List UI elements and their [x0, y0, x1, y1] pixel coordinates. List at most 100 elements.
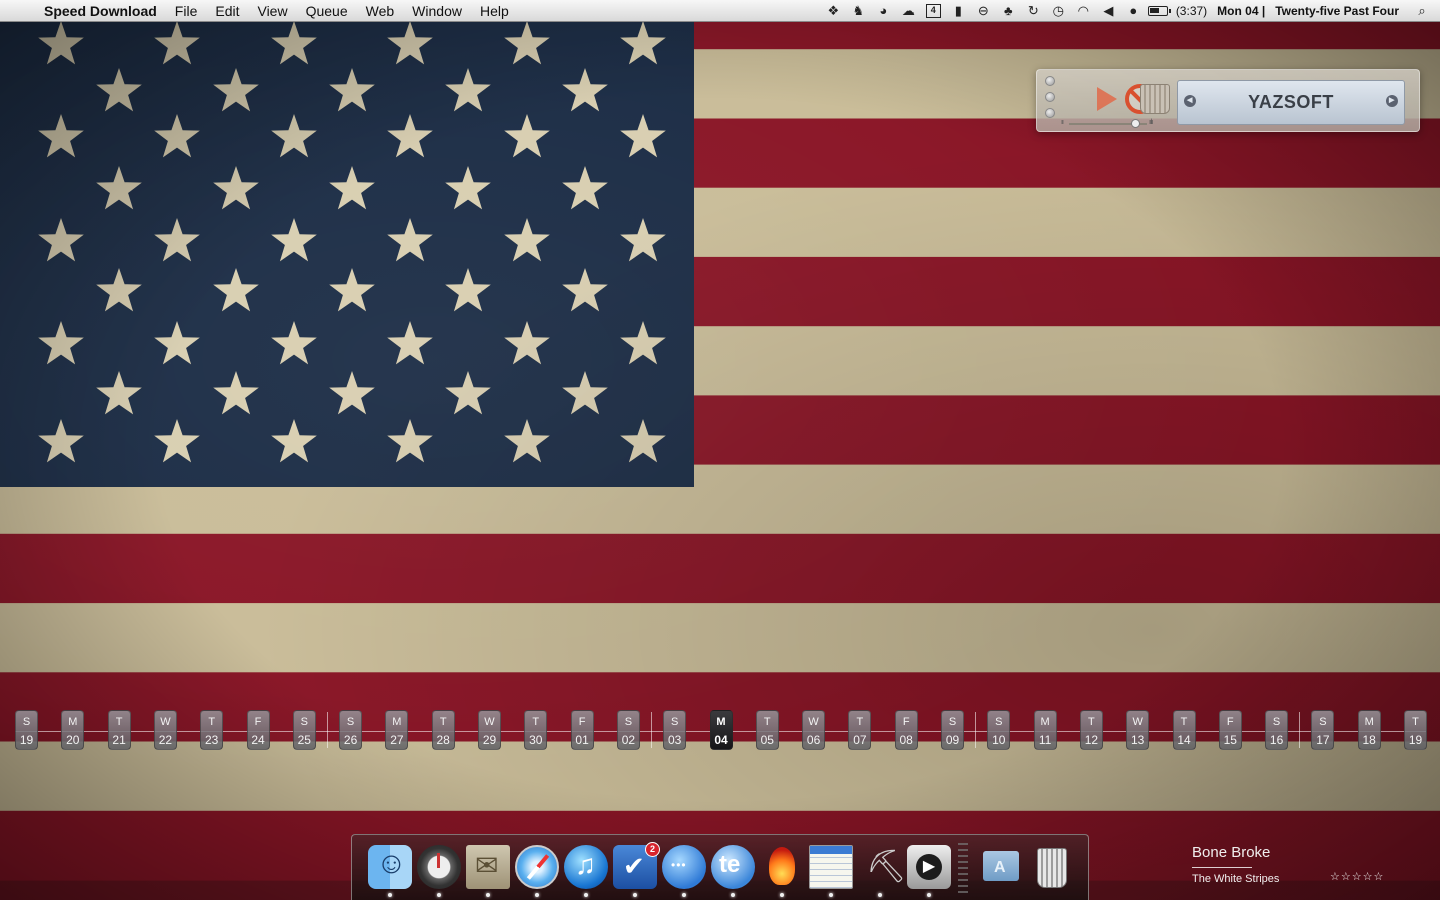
calendar-day[interactable]: F 08: [894, 710, 918, 750]
mail-icon[interactable]: [466, 845, 510, 889]
calendar-day[interactable]: M 27: [385, 710, 409, 750]
day-number: 22: [158, 733, 173, 747]
trash-icon[interactable]: [1029, 845, 1073, 889]
calendar-day[interactable]: T 05: [755, 710, 779, 750]
previous-arrow-icon[interactable]: ◀: [1184, 95, 1196, 107]
calendar-day[interactable]: S 03: [663, 710, 687, 750]
title-underline: [1192, 867, 1252, 868]
minimize-button[interactable]: [1045, 92, 1055, 102]
battery-icon[interactable]: [1146, 0, 1172, 22]
calendar-day[interactable]: S 25: [292, 710, 316, 750]
menu-window[interactable]: Window: [403, 0, 471, 22]
now-playing-widget[interactable]: Bone Broke The White Stripes ☆☆☆☆☆: [1192, 844, 1402, 890]
lock-icon[interactable]: ⊖: [971, 0, 996, 22]
calendar-day[interactable]: S 26: [339, 710, 363, 750]
speed-slider-knob[interactable]: [1131, 119, 1141, 128]
speeddownload-icon[interactable]: [760, 845, 804, 889]
menu-date[interactable]: Mon 04 |: [1212, 4, 1270, 18]
calendar-day[interactable]: S 16: [1265, 710, 1289, 750]
calendar-day[interactable]: M 11: [1033, 710, 1057, 750]
dock: 2: [351, 834, 1089, 900]
calendar-day[interactable]: T 23: [200, 710, 224, 750]
calendar-day[interactable]: F 15: [1218, 710, 1242, 750]
menu-view[interactable]: View: [248, 0, 296, 22]
app-menu[interactable]: Speed Download: [42, 0, 166, 22]
quicktime-icon[interactable]: [907, 845, 951, 889]
calendar-day[interactable]: T 14: [1172, 710, 1196, 750]
menu-queue[interactable]: Queue: [297, 0, 357, 22]
cloud-icon[interactable]: ☁: [896, 0, 921, 22]
running-indicator: [437, 893, 441, 897]
ichat-icon[interactable]: [662, 845, 706, 889]
calendar-day[interactable]: T 28: [431, 710, 455, 750]
textedit-icon[interactable]: [809, 845, 853, 889]
user-icon[interactable]: ●: [1121, 0, 1146, 22]
zoom-button[interactable]: [1045, 108, 1055, 118]
running-indicator: [584, 893, 588, 897]
applications-icon[interactable]: [979, 845, 1023, 889]
broom-icon[interactable]: ♣: [996, 0, 1021, 22]
track-rating[interactable]: ☆☆☆☆☆: [1330, 870, 1384, 883]
sync-icon[interactable]: ↻: [1021, 0, 1046, 22]
calendar-day-today[interactable]: M 04: [709, 710, 733, 750]
timemachine-icon[interactable]: [417, 845, 461, 889]
speed-download-mini-window[interactable]: ıı ıılı ◀ YAZSOFT ▶: [1036, 69, 1420, 132]
calendar-day[interactable]: S 19: [15, 710, 38, 750]
calendar-day[interactable]: S 02: [616, 710, 640, 750]
close-button[interactable]: [1045, 76, 1055, 86]
calendar-day[interactable]: M 18: [1357, 710, 1381, 750]
calendar-day[interactable]: W 13: [1126, 710, 1150, 750]
itunes-icon[interactable]: [564, 845, 608, 889]
evernote-icon[interactable]: ♞: [846, 0, 871, 22]
calendar-day[interactable]: T 07: [848, 710, 872, 750]
timer-icon[interactable]: ◕: [871, 0, 896, 22]
calendar-day[interactable]: M 20: [61, 710, 85, 750]
calendar-day[interactable]: W 22: [153, 710, 177, 750]
calendar-day[interactable]: F 24: [246, 710, 270, 750]
battery-time[interactable]: (3:37): [1171, 4, 1212, 18]
calendar-day[interactable]: S 17: [1311, 710, 1335, 750]
instruments-icon[interactable]: [858, 845, 907, 889]
menu-bar: Speed Download File Edit View Queue Web …: [0, 0, 1440, 22]
next-arrow-icon[interactable]: ▶: [1386, 95, 1398, 107]
menu-web[interactable]: Web: [357, 0, 404, 22]
day-letter: S: [346, 716, 355, 728]
slow-speed-icon: ıı: [1061, 119, 1064, 126]
calendar-day[interactable]: T 19: [1404, 710, 1427, 750]
day-letter: F: [254, 716, 262, 728]
calendar-day[interactable]: T 30: [524, 710, 548, 750]
day-letter: S: [22, 716, 31, 728]
clear-downloads-button[interactable]: [1140, 84, 1170, 114]
calendar-day[interactable]: F 01: [570, 710, 594, 750]
resume-download-button[interactable]: [1091, 84, 1121, 114]
menu-clock[interactable]: Twenty-five Past Four: [1270, 4, 1404, 18]
menu-help[interactable]: Help: [471, 0, 518, 22]
finder-icon[interactable]: [368, 845, 412, 889]
week-separator: [327, 712, 329, 748]
time-machine-icon[interactable]: ◷: [1046, 0, 1071, 22]
menu-file[interactable]: File: [166, 0, 207, 22]
day-letter: S: [300, 716, 308, 728]
spotlight-search-icon[interactable]: ⌕: [1404, 0, 1440, 22]
track-artist: The White Stripes: [1192, 873, 1280, 885]
bookmark-icon[interactable]: ▮: [946, 0, 971, 22]
safari-icon[interactable]: [515, 845, 559, 889]
calendar-day[interactable]: W 06: [802, 710, 826, 750]
day-letter: F: [902, 716, 910, 728]
calendar-day[interactable]: S 10: [987, 710, 1011, 750]
day-letter: T: [439, 716, 447, 728]
battery-gauge: [1148, 5, 1172, 16]
things-icon[interactable]: 2: [613, 842, 660, 889]
volume-icon[interactable]: ◀: [1096, 0, 1121, 22]
calendar-day[interactable]: S 09: [941, 710, 964, 750]
flag-stripe: [0, 603, 1440, 673]
calendar-day[interactable]: T 21: [107, 710, 131, 750]
textexpander-icon[interactable]: [711, 845, 755, 889]
calendar-day[interactable]: W 29: [478, 710, 501, 750]
dropbox-icon[interactable]: ❖: [821, 0, 846, 22]
wifi-icon[interactable]: ◠: [1071, 0, 1096, 22]
menu-edit[interactable]: Edit: [206, 0, 248, 22]
calendar-day[interactable]: T 12: [1079, 710, 1103, 750]
workspace-4-icon[interactable]: 4: [921, 0, 946, 22]
running-indicator: [682, 893, 686, 897]
